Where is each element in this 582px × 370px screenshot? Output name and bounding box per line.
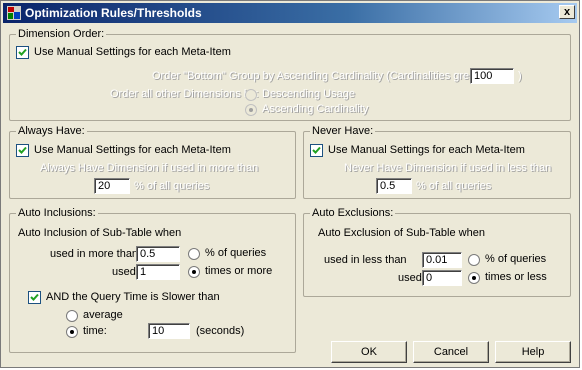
ascending-cardinality-radio[interactable]: [245, 104, 257, 116]
exclusion-less-input[interactable]: 0.01: [422, 252, 462, 268]
always-have-legend: Always Have:: [16, 125, 87, 137]
seconds-label: (seconds): [196, 325, 245, 337]
auto-inclusion-heading: Auto Inclusion of Sub-Table when: [18, 227, 182, 239]
always-have-desc: Always Have Dimension if used in more th…: [40, 162, 259, 174]
dimension-order-manual-label: Use Manual Settings for each Meta-Item: [34, 46, 231, 58]
never-have-manual-label: Use Manual Settings for each Meta-Item: [328, 144, 525, 156]
always-have-manual-checkbox[interactable]: [16, 144, 29, 157]
dimension-order-legend: Dimension Order:: [16, 28, 107, 40]
auto-exclusion-heading: Auto Exclusion of Sub-Table when: [318, 227, 485, 239]
average-label: average: [83, 309, 123, 321]
cancel-button[interactable]: Cancel: [413, 341, 489, 363]
checkmark-icon: [18, 146, 27, 154]
exclusion-times-label: times or less: [485, 271, 547, 283]
title-bar[interactable]: Optimization Rules/Thresholds x: [3, 3, 577, 23]
always-have-suffix: % of all queries: [134, 180, 210, 192]
never-have-suffix: % of all queries: [416, 180, 492, 192]
order-bottom-close-paren: ): [518, 70, 522, 82]
ascending-cardinality-label: Ascending Cardinality: [262, 103, 369, 115]
exclusion-used-input[interactable]: 0: [422, 270, 462, 286]
checkmark-icon: [18, 48, 27, 56]
never-have-input[interactable]: 0.5: [376, 178, 412, 194]
query-time-checkbox[interactable]: [28, 291, 41, 304]
order-bottom-input[interactable]: 100: [470, 68, 514, 84]
inclusion-times-radio[interactable]: [188, 266, 200, 278]
average-radio[interactable]: [66, 310, 78, 322]
checkmark-icon: [312, 146, 321, 154]
never-have-manual-checkbox[interactable]: [310, 144, 323, 157]
dimension-order-group: Dimension Order: Use Manual Settings for…: [9, 28, 571, 121]
inclusion-pct-radio[interactable]: [188, 248, 200, 260]
descending-usage-label: Descending Usage: [262, 88, 355, 100]
exclusion-less-label: used in less than: [324, 254, 407, 266]
auto-exclusions-group: Auto Exclusions: Auto Exclusion of Sub-T…: [303, 207, 571, 297]
time-radio[interactable]: [66, 326, 78, 338]
query-time-label: AND the Query Time is Slower than: [46, 291, 220, 303]
always-have-manual-label: Use Manual Settings for each Meta-Item: [34, 144, 231, 156]
order-bottom-label: Order "Bottom" Group by Ascending Cardin…: [152, 70, 513, 82]
descending-usage-radio[interactable]: [245, 89, 257, 101]
checkmark-icon: [30, 293, 39, 301]
auto-inclusions-legend: Auto Inclusions:: [16, 207, 98, 219]
exclusion-times-radio[interactable]: [468, 272, 480, 284]
time-label: time:: [83, 325, 107, 337]
always-have-input[interactable]: 20: [94, 178, 130, 194]
never-have-group: Never Have: Use Manual Settings for each…: [303, 125, 571, 199]
inclusion-more-label: used in more than: [50, 248, 139, 260]
inclusion-used-input[interactable]: 1: [136, 264, 180, 280]
exclusion-used-label: used: [398, 272, 422, 284]
inclusion-times-label: times or more: [205, 265, 273, 277]
order-all-label: Order all other Dimensions by:: [110, 88, 259, 100]
dialog-window: Optimization Rules/Thresholds x Dimensio…: [0, 0, 580, 368]
exclusion-pct-label: % of queries: [485, 253, 547, 265]
auto-inclusions-group: Auto Inclusions: Auto Inclusion of Sub-T…: [9, 207, 296, 353]
close-button[interactable]: x: [559, 5, 575, 19]
help-button[interactable]: Help: [495, 341, 571, 363]
time-seconds-input[interactable]: 10: [148, 323, 190, 339]
inclusion-used-label: used: [112, 266, 136, 278]
inclusion-pct-label: % of queries: [205, 247, 267, 259]
ok-button[interactable]: OK: [331, 341, 407, 363]
inclusion-more-input[interactable]: 0.5: [136, 246, 180, 262]
dimension-order-manual-checkbox[interactable]: [16, 46, 29, 59]
app-icon: [7, 6, 21, 20]
auto-exclusions-legend: Auto Exclusions:: [310, 207, 396, 219]
exclusion-pct-radio[interactable]: [468, 254, 480, 266]
always-have-group: Always Have: Use Manual Settings for eac…: [9, 125, 296, 199]
never-have-legend: Never Have:: [310, 125, 376, 137]
never-have-desc: Never Have Dimension if used in less tha…: [344, 162, 552, 174]
window-title: Optimization Rules/Thresholds: [25, 6, 202, 20]
